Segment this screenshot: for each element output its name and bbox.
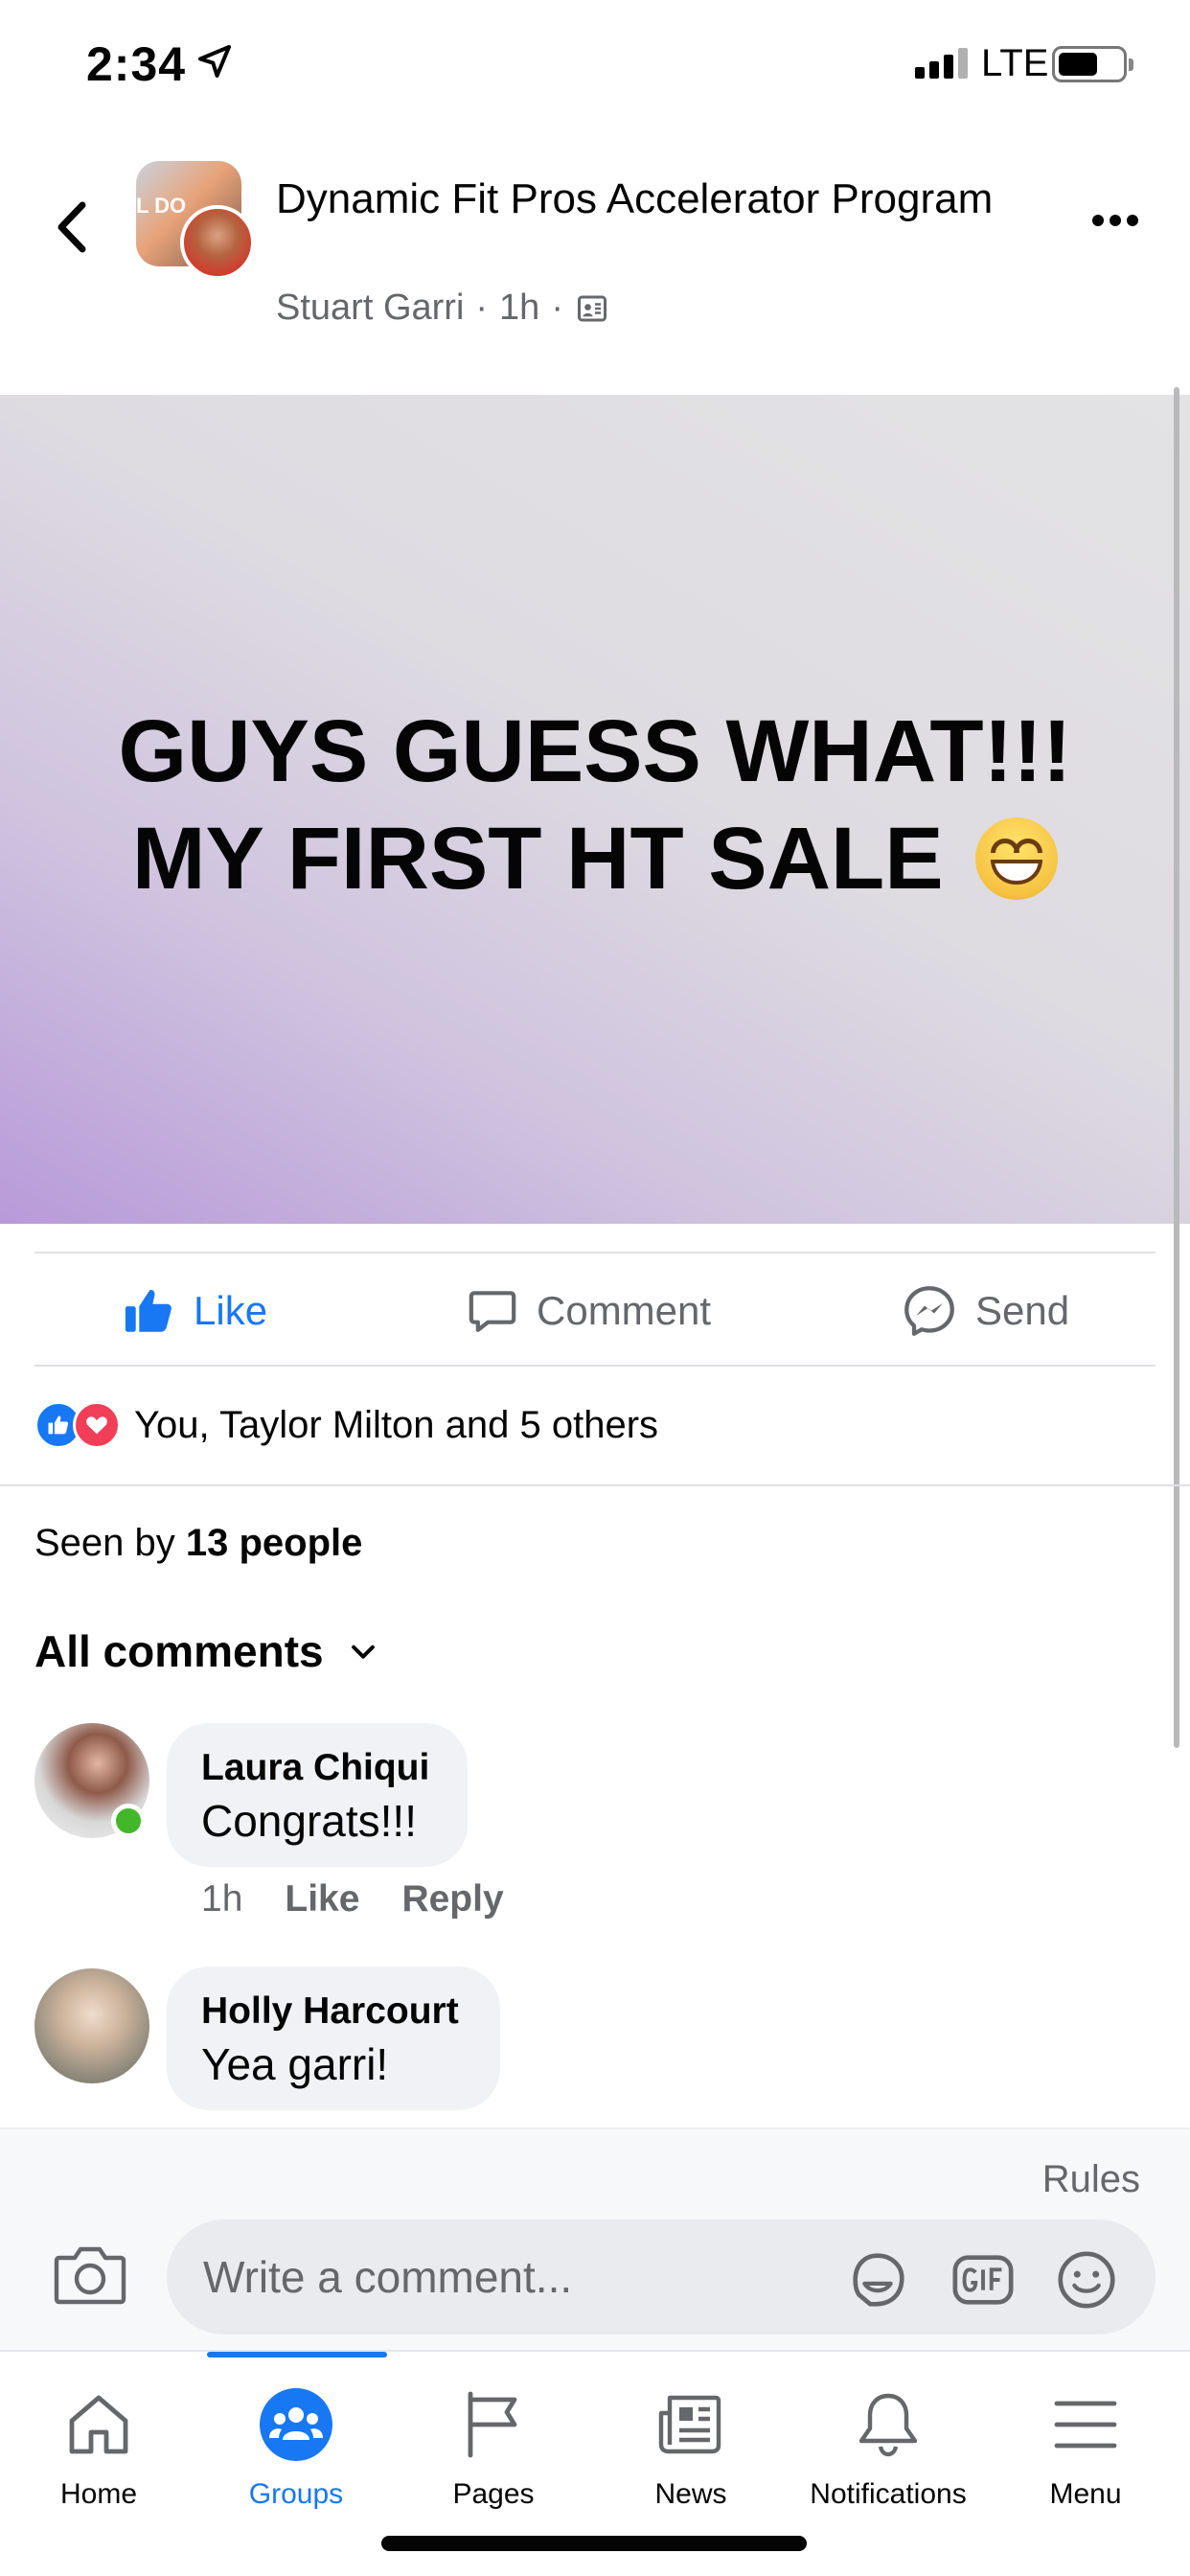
comment-icon — [469, 1291, 516, 1332]
sticker-icon[interactable] — [843, 2246, 912, 2313]
comment-label: Comment — [537, 1288, 712, 1333]
love-reaction-icon — [73, 1401, 121, 1449]
signal-icon — [915, 48, 968, 79]
chevron-down-icon — [351, 1644, 375, 1659]
rules-link[interactable]: Rules — [1042, 2158, 1140, 2201]
seen-by-count: 13 people — [185, 1522, 363, 1564]
seen-by[interactable]: Seen by 13 people — [34, 1522, 362, 1565]
news-icon — [658, 2395, 721, 2454]
scrollbar[interactable] — [1174, 387, 1179, 1748]
post-background[interactable]: GUYS GUESS WHAT!!! MY FIRST HT SALE — [0, 395, 1190, 1224]
groups-icon — [260, 2388, 332, 2461]
tab-groups[interactable]: Groups — [205, 2377, 387, 2511]
divider — [0, 1484, 1190, 1486]
tab-label: Notifications — [810, 2478, 967, 2510]
flag-icon — [468, 2391, 517, 2458]
back-button[interactable] — [48, 194, 96, 261]
meta-separator: · — [551, 288, 563, 328]
commenter-avatar[interactable] — [34, 1968, 149, 2083]
commenter-name[interactable]: Holly Harcourt — [201, 1990, 466, 2034]
post-time[interactable]: 1h — [499, 288, 539, 329]
tab-label: Home — [59, 2478, 138, 2510]
tab-label: Menu — [1049, 2478, 1122, 2510]
thumbs-up-icon — [125, 1289, 172, 1332]
group-avatar-text: L DO — [136, 194, 187, 218]
comment-text-field[interactable] — [203, 2244, 797, 2310]
author-avatar[interactable] — [180, 205, 255, 280]
members-privacy-icon — [577, 295, 606, 321]
comment-reply-button[interactable]: Reply — [401, 1878, 503, 1920]
comment-bubble[interactable]: Laura Chiqui Congrats!!! — [167, 1723, 468, 1867]
comment-input[interactable] — [167, 2220, 1156, 2334]
like-label: Like — [194, 1288, 268, 1333]
comment-button[interactable]: Comment — [466, 1282, 711, 1340]
send-button[interactable]: Send — [901, 1282, 1069, 1340]
all-comments-label: All comments — [34, 1626, 324, 1676]
seen-by-prefix: Seen by — [34, 1522, 186, 1564]
tab-news[interactable]: News — [600, 2377, 782, 2511]
group-name[interactable]: Dynamic Fit Pros Accelerator Program — [276, 171, 1042, 228]
post-header: L DO Dynamic Fit Pros Accelerator Progra… — [0, 134, 1190, 395]
post-meta: Stuart Garri · 1h · — [276, 288, 609, 329]
send-label: Send — [975, 1288, 1070, 1333]
comment-text: Congrats!!! — [201, 1796, 417, 1846]
tab-pages[interactable]: Pages — [402, 2377, 584, 2511]
divider — [34, 1365, 1156, 1367]
post-text-line-1: GUYS GUESS WHAT!!! — [118, 702, 1072, 800]
comment-text: Yea garri! — [201, 2039, 389, 2089]
author-name[interactable]: Stuart Garri — [276, 288, 464, 329]
post-text: GUYS GUESS WHAT!!! MY FIRST HT SALE — [0, 698, 1190, 912]
messenger-icon — [904, 1286, 954, 1336]
divider — [34, 1252, 1156, 1254]
more-options-button[interactable] — [1092, 215, 1138, 226]
emoji-icon[interactable] — [1052, 2246, 1121, 2313]
online-status-dot — [111, 1804, 146, 1838]
bell-icon — [858, 2393, 918, 2457]
active-tab-indicator — [207, 2352, 387, 2358]
hamburger-menu-icon — [1054, 2401, 1117, 2449]
comment-composer: Rules — [0, 2128, 1190, 2350]
all-comments-dropdown[interactable]: All comments — [34, 1625, 379, 1677]
commenter-name[interactable]: Laura Chiqui — [201, 1746, 433, 1790]
comment-bubble[interactable]: Holly Harcourt Yea garri! — [167, 1966, 500, 2110]
tab-label: Pages — [452, 2478, 535, 2510]
status-bar: 2:34 LTE — [0, 0, 1190, 134]
location-arrow-icon — [198, 45, 231, 78]
reactions-text: You, Taylor Milton and 5 others — [134, 1403, 659, 1446]
tab-menu[interactable]: Menu — [995, 2377, 1177, 2511]
meta-separator: · — [475, 288, 489, 328]
comment-actions: 1h Like Reply — [201, 1878, 504, 1920]
post-text-line-2-wrap: MY FIRST HT SALE — [0, 805, 1190, 912]
tab-label: Groups — [248, 2478, 344, 2510]
comment-time[interactable]: 1h — [201, 1878, 242, 1920]
camera-icon[interactable] — [54, 2242, 126, 2306]
battery-icon — [1052, 46, 1133, 82]
grinning-emoji-icon — [975, 817, 1059, 900]
post-text-line-2: MY FIRST HT SALE — [131, 810, 944, 908]
tab-home[interactable]: Home — [8, 2377, 190, 2511]
like-button[interactable]: Like — [121, 1282, 267, 1340]
tab-label: News — [654, 2478, 727, 2510]
comment-like-button[interactable]: Like — [285, 1878, 359, 1920]
home-indicator — [381, 2536, 807, 2551]
reactions-summary[interactable]: You, Taylor Milton and 5 others — [34, 1401, 658, 1449]
network-label: LTE — [981, 42, 1049, 84]
gif-icon[interactable] — [949, 2246, 1018, 2313]
home-icon — [69, 2395, 128, 2454]
tab-notifications[interactable]: Notifications — [797, 2377, 979, 2511]
status-time: 2:34 — [86, 37, 187, 91]
